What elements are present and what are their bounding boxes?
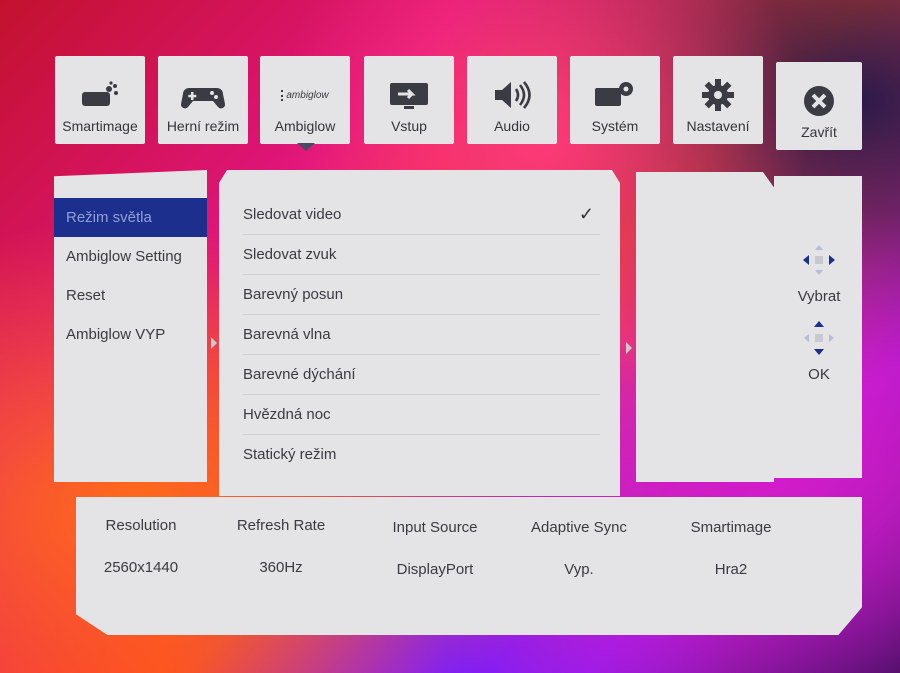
- tab-label: Audio: [494, 118, 530, 134]
- mode-option-label: Barevná vlna: [243, 326, 331, 343]
- tab-close[interactable]: Zavřít: [776, 62, 862, 150]
- left-menu-item[interactable]: Ambiglow VYP: [54, 315, 207, 354]
- active-tab-caret-icon: [297, 143, 315, 151]
- tab-smartimage[interactable]: Smartimage: [55, 56, 145, 144]
- mode-option-label: Sledovat zvuk: [243, 246, 337, 263]
- mode-option-label: Sledovat video: [243, 206, 342, 223]
- select-label: Vybrat: [797, 288, 841, 305]
- mode-option[interactable]: Barevný posun: [243, 275, 600, 315]
- left-menu-item[interactable]: Ambiglow Setting: [54, 237, 207, 276]
- tab-label: Zavřít: [801, 124, 837, 140]
- mode-option[interactable]: Barevná vlna: [243, 315, 600, 355]
- tab-ambiglow[interactable]: ambiglow Ambiglow: [260, 56, 350, 144]
- info-input-source: Input Source DisplayPort: [370, 519, 500, 578]
- help-panel: Vybrat OK: [774, 176, 862, 478]
- info-key: Refresh Rate: [236, 517, 326, 534]
- tab-label: Systém: [591, 118, 639, 134]
- info-refresh-rate: Refresh Rate 360Hz: [216, 517, 346, 576]
- ambiglow-logo-text: ambiglow: [281, 89, 329, 101]
- info-key: Smartimage: [690, 519, 772, 536]
- info-value: Hra2: [714, 561, 748, 578]
- info-key: Adaptive Sync: [531, 519, 627, 536]
- info-value: 360Hz: [259, 559, 303, 576]
- info-value: DisplayPort: [396, 561, 474, 578]
- mode-menu-panel: Sledovat video ✓ Sledovat zvuk Barevný p…: [219, 170, 620, 496]
- left-menu-item[interactable]: Režim světla: [54, 198, 207, 237]
- input-icon: [388, 78, 430, 112]
- tab-input[interactable]: Vstup: [364, 56, 454, 144]
- left-menu-item[interactable]: Reset: [54, 276, 207, 315]
- info-key: Input Source: [392, 519, 478, 536]
- close-icon: [803, 84, 835, 118]
- speaker-icon: [491, 78, 533, 112]
- mode-option[interactable]: Statický režim: [243, 435, 600, 474]
- mode-option[interactable]: Barevné dýchání: [243, 355, 600, 395]
- ok-label: OK: [808, 366, 830, 383]
- gamepad-icon: [181, 78, 225, 112]
- info-adaptive-sync: Adaptive Sync Vyp.: [514, 519, 644, 578]
- info-value: Vyp.: [564, 561, 594, 578]
- submenu-arrow-icon: [211, 337, 217, 349]
- submenu-arrow-icon: [626, 342, 632, 354]
- submenu-panel: [636, 172, 774, 482]
- info-resolution: Resolution 2560x1440: [76, 517, 206, 576]
- tab-label: Vstup: [391, 118, 427, 134]
- mode-option-label: Statický režim: [243, 446, 337, 463]
- mode-option-label: Barevné dýchání: [243, 366, 356, 383]
- tab-label: Ambiglow: [274, 118, 336, 134]
- up-down-nav-icon: [801, 319, 837, 362]
- left-menu-panel: Režim světla Ambiglow Setting Reset Ambi…: [54, 170, 207, 482]
- checkmark-icon: ✓: [578, 204, 594, 224]
- ambiglow-logo-icon: ambiglow: [281, 78, 329, 112]
- mode-option-label: Barevný posun: [243, 286, 344, 303]
- mode-option[interactable]: Hvězdná noc: [243, 395, 600, 435]
- mode-option[interactable]: Sledovat video ✓: [243, 195, 600, 235]
- left-right-nav-icon: [801, 243, 837, 282]
- smartimage-icon: [79, 78, 121, 112]
- tab-game-mode[interactable]: Herní režim: [158, 56, 248, 144]
- tab-settings[interactable]: Nastavení: [673, 56, 763, 144]
- tab-label: Nastavení: [686, 118, 750, 134]
- mode-option-label: Hvězdná noc: [243, 406, 331, 423]
- system-icon: [593, 78, 637, 112]
- info-key: Resolution: [105, 517, 177, 534]
- info-value: 2560x1440: [103, 559, 179, 576]
- tab-audio[interactable]: Audio: [467, 56, 557, 144]
- tab-label: Herní režim: [166, 118, 240, 134]
- tab-system[interactable]: Systém: [570, 56, 660, 144]
- mode-option[interactable]: Sledovat zvuk: [243, 235, 600, 275]
- info-smartimage: Smartimage Hra2: [666, 519, 796, 578]
- status-info-bar: Resolution 2560x1440 Refresh Rate 360Hz …: [76, 497, 862, 635]
- gear-icon: [701, 78, 735, 112]
- tab-label: Smartimage: [62, 118, 138, 134]
